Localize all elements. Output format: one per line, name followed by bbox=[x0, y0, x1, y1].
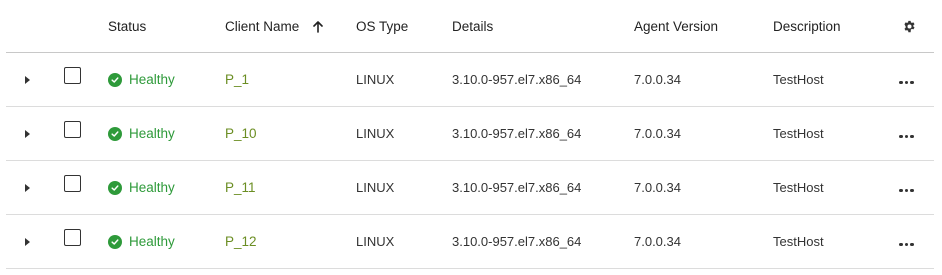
agent-version: 7.0.0.34 bbox=[634, 72, 681, 87]
clients-table: Status Client Name OS Type Details Agent… bbox=[6, 0, 934, 269]
agent-version: 7.0.0.34 bbox=[634, 180, 681, 195]
column-header-status[interactable]: Status bbox=[108, 19, 146, 34]
more-actions-icon[interactable] bbox=[899, 126, 914, 141]
os-type: LINUX bbox=[356, 180, 395, 195]
expand-row-icon[interactable] bbox=[25, 180, 30, 195]
status-badge: Healthy bbox=[108, 126, 175, 141]
expand-row-icon[interactable] bbox=[25, 234, 30, 249]
row-checkbox[interactable] bbox=[64, 175, 81, 195]
status-badge: Healthy bbox=[108, 72, 175, 87]
gear-icon[interactable] bbox=[903, 20, 916, 33]
description: TestHost bbox=[773, 180, 824, 195]
agent-version: 7.0.0.34 bbox=[634, 234, 681, 249]
row-checkbox[interactable] bbox=[64, 229, 81, 249]
check-circle-icon bbox=[108, 72, 122, 87]
column-header-client-name[interactable]: Client Name bbox=[225, 19, 323, 34]
check-circle-icon bbox=[108, 234, 122, 249]
status-text: Healthy bbox=[129, 180, 175, 195]
details: 3.10.0-957.el7.x86_64 bbox=[452, 126, 582, 141]
os-type: LINUX bbox=[356, 72, 395, 87]
more-actions-icon[interactable] bbox=[899, 234, 914, 249]
table-row[interactable]: Healthy P_10 LINUX 3.10.0-957.el7.x86_64… bbox=[6, 107, 934, 161]
row-checkbox[interactable] bbox=[64, 67, 81, 87]
expand-row-icon[interactable] bbox=[25, 126, 30, 141]
column-header-os-type[interactable]: OS Type bbox=[356, 19, 408, 34]
status-text: Healthy bbox=[129, 72, 175, 87]
client-name-link[interactable]: P_12 bbox=[225, 234, 257, 249]
arrow-up-icon[interactable] bbox=[313, 21, 323, 33]
check-circle-icon bbox=[108, 180, 122, 195]
details: 3.10.0-957.el7.x86_64 bbox=[452, 234, 582, 249]
table-row[interactable]: Healthy P_1 LINUX 3.10.0-957.el7.x86_64 … bbox=[6, 53, 934, 107]
os-type: LINUX bbox=[356, 234, 395, 249]
client-name-link[interactable]: P_1 bbox=[225, 72, 249, 87]
status-text: Healthy bbox=[129, 126, 175, 141]
agent-version: 7.0.0.34 bbox=[634, 126, 681, 141]
row-checkbox[interactable] bbox=[64, 121, 81, 141]
status-badge: Healthy bbox=[108, 234, 175, 249]
status-badge: Healthy bbox=[108, 180, 175, 195]
column-header-client-name-label: Client Name bbox=[225, 18, 300, 34]
check-circle-icon bbox=[108, 126, 122, 141]
table-row[interactable]: Healthy P_12 LINUX 3.10.0-957.el7.x86_64… bbox=[6, 215, 934, 269]
column-header-details[interactable]: Details bbox=[452, 19, 493, 34]
description: TestHost bbox=[773, 234, 824, 249]
expand-row-icon[interactable] bbox=[25, 72, 30, 87]
more-actions-icon[interactable] bbox=[899, 180, 914, 195]
client-name-link[interactable]: P_11 bbox=[225, 180, 256, 195]
status-text: Healthy bbox=[129, 234, 175, 249]
client-name-link[interactable]: P_10 bbox=[225, 126, 257, 141]
column-header-description[interactable]: Description bbox=[773, 19, 841, 34]
details: 3.10.0-957.el7.x86_64 bbox=[452, 72, 582, 87]
os-type: LINUX bbox=[356, 126, 395, 141]
details: 3.10.0-957.el7.x86_64 bbox=[452, 180, 582, 195]
table-header: Status Client Name OS Type Details Agent… bbox=[6, 0, 934, 53]
column-header-agent-version[interactable]: Agent Version bbox=[634, 19, 718, 34]
description: TestHost bbox=[773, 126, 824, 141]
more-actions-icon[interactable] bbox=[899, 72, 914, 87]
table-row[interactable]: Healthy P_11 LINUX 3.10.0-957.el7.x86_64… bbox=[6, 161, 934, 215]
description: TestHost bbox=[773, 72, 824, 87]
